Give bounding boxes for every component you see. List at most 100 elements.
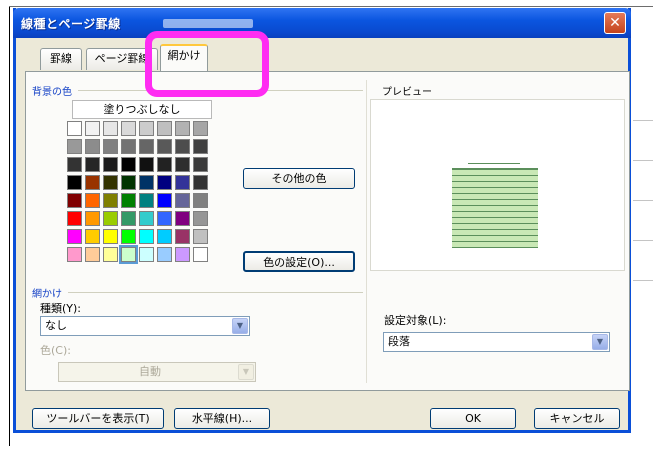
- apply-to-select[interactable]: 段落 ▼: [383, 332, 610, 352]
- color-swatch[interactable]: [175, 157, 190, 172]
- color-swatch[interactable]: [175, 247, 190, 262]
- background-frame-line: [9, 6, 10, 446]
- color-swatch[interactable]: [193, 193, 208, 208]
- color-swatch[interactable]: [139, 139, 154, 154]
- show-toolbar-button[interactable]: ツールバーを表示(T): [32, 408, 164, 429]
- color-swatch[interactable]: [103, 211, 118, 226]
- horizontal-line-button[interactable]: 水平線(H)...: [174, 408, 270, 429]
- color-swatch[interactable]: [121, 121, 136, 136]
- color-swatch[interactable]: [67, 247, 82, 262]
- color-swatch[interactable]: [193, 229, 208, 244]
- color-swatch[interactable]: [85, 193, 100, 208]
- color-settings-button[interactable]: 色の設定(O)...: [243, 251, 355, 272]
- color-swatch[interactable]: [193, 121, 208, 136]
- color-swatch[interactable]: [175, 121, 190, 136]
- pattern-section-divider: [68, 292, 363, 293]
- preview-label: プレビュー: [382, 87, 432, 98]
- color-swatch[interactable]: [139, 175, 154, 190]
- color-swatch[interactable]: [157, 193, 172, 208]
- color-swatch[interactable]: [157, 247, 172, 262]
- color-swatch[interactable]: [85, 157, 100, 172]
- color-swatch[interactable]: [121, 157, 136, 172]
- color-swatch[interactable]: [157, 211, 172, 226]
- color-swatch[interactable]: [67, 175, 82, 190]
- color-swatch[interactable]: [103, 247, 118, 262]
- color-swatch[interactable]: [193, 139, 208, 154]
- color-swatch[interactable]: [85, 211, 100, 226]
- pattern-color-select: 自動 ▼: [58, 362, 256, 382]
- color-swatch[interactable]: [121, 229, 136, 244]
- color-swatch[interactable]: [193, 211, 208, 226]
- title-faded-text: [163, 19, 253, 28]
- apply-to-value: 段落: [388, 335, 410, 348]
- annotation-highlight-box: [145, 31, 269, 97]
- color-swatch[interactable]: [103, 193, 118, 208]
- color-swatch[interactable]: [103, 139, 118, 154]
- chevron-down-icon[interactable]: ▼: [232, 318, 248, 334]
- color-swatch[interactable]: [67, 211, 82, 226]
- color-swatch[interactable]: [175, 229, 190, 244]
- color-swatch[interactable]: [157, 175, 172, 190]
- color-swatch[interactable]: [139, 193, 154, 208]
- color-swatch[interactable]: [193, 247, 208, 262]
- color-swatch[interactable]: [85, 247, 100, 262]
- background-frame-line: [9, 6, 653, 7]
- color-swatch[interactable]: [139, 121, 154, 136]
- color-swatch[interactable]: [175, 193, 190, 208]
- chevron-down-icon[interactable]: ▼: [592, 334, 608, 350]
- pattern-style-select[interactable]: なし ▼: [40, 316, 250, 336]
- color-swatch[interactable]: [139, 211, 154, 226]
- background-grid-line: [633, 160, 653, 161]
- color-swatch[interactable]: [67, 139, 82, 154]
- color-swatch[interactable]: [67, 157, 82, 172]
- cancel-button[interactable]: キャンセル: [534, 408, 620, 429]
- color-swatch[interactable]: [121, 193, 136, 208]
- background-grid-line: [633, 240, 653, 241]
- color-swatch[interactable]: [139, 247, 154, 262]
- color-swatch[interactable]: [103, 121, 118, 136]
- color-swatch[interactable]: [85, 121, 100, 136]
- pattern-style-label: 種類(Y):: [40, 302, 82, 315]
- color-swatch[interactable]: [85, 229, 100, 244]
- title-bar[interactable]: 線種とページ罫線 ✕: [13, 8, 631, 38]
- color-swatch[interactable]: [119, 245, 138, 264]
- color-swatch[interactable]: [157, 121, 172, 136]
- preview-top-line: [468, 163, 520, 164]
- no-fill-button[interactable]: 塗りつぶしなし: [72, 100, 212, 119]
- color-swatch[interactable]: [139, 157, 154, 172]
- more-colors-button[interactable]: その他の色: [243, 168, 355, 189]
- color-swatch[interactable]: [157, 157, 172, 172]
- color-swatch[interactable]: [67, 193, 82, 208]
- color-swatch[interactable]: [121, 211, 136, 226]
- pattern-style-value: なし: [45, 319, 67, 332]
- chevron-down-icon: ▼: [238, 364, 254, 380]
- color-swatch[interactable]: [175, 211, 190, 226]
- window-title: 線種とページ罫線: [21, 17, 121, 31]
- color-swatch[interactable]: [121, 175, 136, 190]
- color-swatch[interactable]: [85, 139, 100, 154]
- color-swatch[interactable]: [121, 139, 136, 154]
- color-swatch[interactable]: [67, 229, 82, 244]
- color-swatch[interactable]: [103, 175, 118, 190]
- color-swatch[interactable]: [175, 175, 190, 190]
- color-swatch[interactable]: [157, 229, 172, 244]
- column-divider: [366, 80, 367, 383]
- color-swatch[interactable]: [175, 139, 190, 154]
- color-swatch[interactable]: [139, 229, 154, 244]
- ok-button[interactable]: OK: [430, 408, 516, 429]
- preview-shaded-paragraph: [452, 168, 538, 248]
- background-grid-line: [633, 280, 653, 281]
- background-grid-line: [633, 120, 653, 121]
- color-swatch[interactable]: [193, 175, 208, 190]
- color-swatch[interactable]: [157, 139, 172, 154]
- pattern-section-label: 網かけ: [32, 289, 62, 300]
- color-swatch[interactable]: [103, 229, 118, 244]
- color-swatch[interactable]: [67, 121, 82, 136]
- color-swatch[interactable]: [85, 175, 100, 190]
- close-button[interactable]: ✕: [604, 12, 626, 34]
- color-swatch[interactable]: [193, 157, 208, 172]
- color-swatch[interactable]: [103, 157, 118, 172]
- pattern-color-value: 自動: [139, 365, 161, 378]
- tab-borders[interactable]: 罫線: [40, 48, 82, 70]
- background-grid-line: [633, 200, 653, 201]
